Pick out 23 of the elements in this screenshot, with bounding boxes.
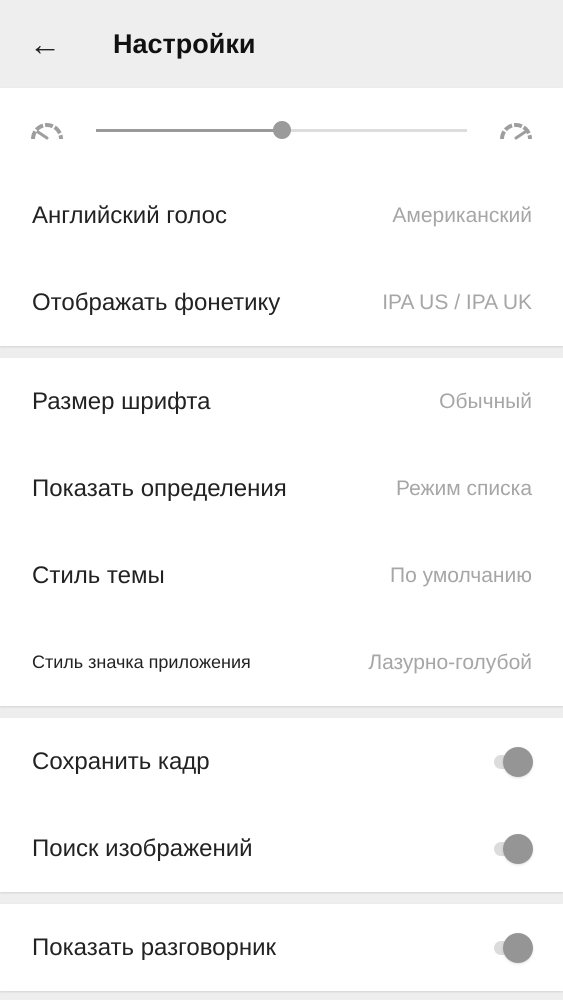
setting-label: Поиск изображений xyxy=(32,834,253,864)
setting-label: Размер шрифта xyxy=(32,386,210,416)
setting-value: Режим списка xyxy=(396,476,532,502)
setting-row[interactable]: Размер шрифта Обычный xyxy=(0,358,563,445)
setting-value: IPA US / IPA UK xyxy=(382,290,532,316)
setting-label: Сохранить кадр xyxy=(32,746,210,776)
setting-label: Английский голос xyxy=(32,200,227,230)
setting-value: Лазурно-голубой xyxy=(368,650,532,676)
setting-value: Обычный xyxy=(439,388,532,415)
setting-row[interactable]: Английский голос Американский xyxy=(0,172,563,259)
setting-value: Американский xyxy=(392,202,532,229)
screen-title: Настройки xyxy=(113,28,256,61)
setting-label: Показать разговорник xyxy=(32,932,276,962)
setting-row[interactable]: Стиль значка приложения Лазурно-голубой xyxy=(0,619,563,706)
setting-label: Отображать фонетику xyxy=(32,288,280,318)
setting-row[interactable]: Отображать фонетику IPA US / IPA UK xyxy=(0,259,563,346)
setting-label: Показать определения xyxy=(32,474,287,504)
setting-row[interactable]: Показать определения Режим списка xyxy=(0,445,563,532)
setting-label: Стиль значка приложения xyxy=(32,651,251,674)
setting-label: Стиль темы xyxy=(32,560,165,590)
setting-value: По умолчанию xyxy=(390,562,532,589)
setting-row[interactable]: Стиль темы По умолчанию xyxy=(0,532,563,619)
back-button[interactable]: ← xyxy=(28,28,62,60)
